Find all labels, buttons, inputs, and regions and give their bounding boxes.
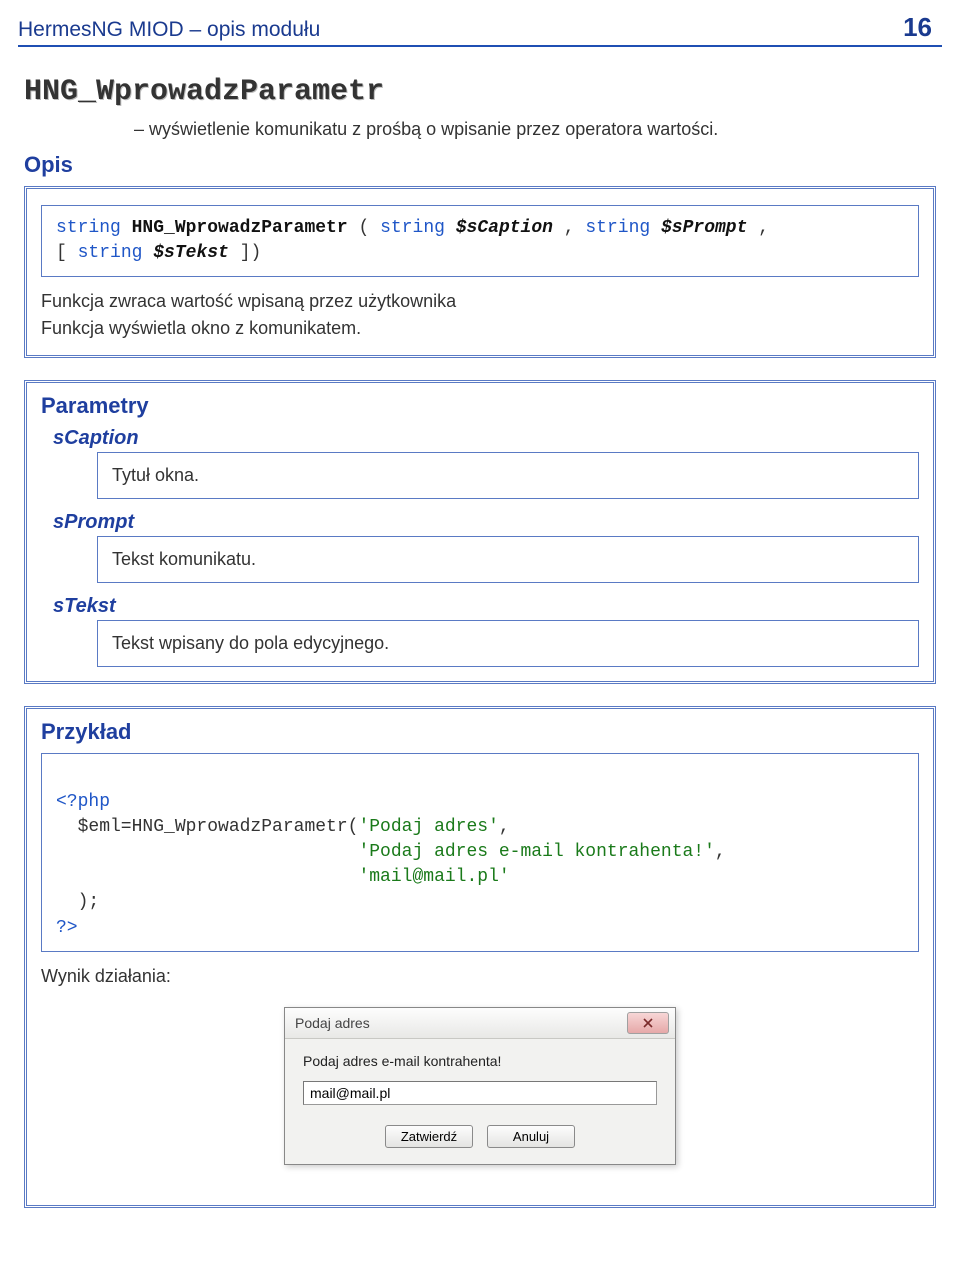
sig-func-name: HNG_WprowadzParametr [132,218,348,238]
header-rule [18,45,942,47]
sig-type3: string [78,243,154,263]
function-subtitle: – wyświetlenie komunikatu z prośbą o wpi… [134,119,936,140]
sig-type1: string [380,218,456,238]
code-l6: ?> [56,918,78,938]
close-button[interactable] [627,1012,669,1034]
code-l4pad [56,867,358,887]
ok-button[interactable]: Zatwierdź [385,1125,473,1148]
param-sTekst-name: sTekst [53,595,919,618]
code-l3pad [56,842,358,862]
code-l5: ); [56,892,99,912]
przyklad-box: Przykład <?php $eml=HNG_WprowadzParametr… [24,706,936,1207]
dialog-prompt: Podaj adres e-mail kontrahenta! [303,1053,657,1069]
sig-return-type: string [56,218,121,238]
dialog-input[interactable] [303,1081,657,1105]
opis-label: Opis [24,152,936,178]
header-page-number: 16 [903,12,932,43]
param-sPrompt-name: sPrompt [53,511,919,534]
signature-code: string HNG_WprowadzParametr ( string $sC… [41,205,919,277]
dialog-titlebar: Podaj adres [285,1008,675,1039]
code-l2b: 'Podaj adres' [358,817,498,837]
param-sCaption-desc: Tytuł okna. [97,452,919,499]
code-l3b: , [715,842,726,862]
sig-param2: $sPrompt [661,218,747,238]
code-l2c: , [499,817,510,837]
parametry-label: Parametry [41,393,919,419]
example-code: <?php $eml=HNG_WprowadzParametr('Podaj a… [41,753,919,951]
code-l2a: $eml=HNG_WprowadzParametr( [56,817,358,837]
param-sPrompt-desc: Tekst komunikatu. [97,536,919,583]
sig-param3: $sTekst [153,243,229,263]
sig-param1: $sCaption [456,218,553,238]
code-l4a: 'mail@mail.pl' [358,867,509,887]
opis-desc1: Funkcja zwraca wartość wpisaną przez uży… [41,291,919,312]
przyklad-label: Przykład [41,719,919,745]
param-sCaption-name: sCaption [53,427,919,450]
cancel-button[interactable]: Anuluj [487,1125,575,1148]
dialog-window: Podaj adres Podaj adres e-mail kontrahen… [284,1007,676,1165]
opis-desc2: Funkcja wyświetla okno z komunikatem. [41,318,919,339]
sig-open: ( [358,218,369,238]
sig-type2: string [585,218,661,238]
sig-bracket-close: ]) [240,243,262,263]
code-l3a: 'Podaj adres e-mail kontrahenta!' [358,842,714,862]
sig-comma2: , [758,218,769,238]
result-label: Wynik działania: [41,966,919,987]
dialog-title: Podaj adres [295,1015,370,1031]
dialog-button-row: Zatwierdź Anuluj [303,1125,657,1148]
opis-box: string HNG_WprowadzParametr ( string $sC… [24,186,936,358]
parametry-box: Parametry sCaption Tytuł okna. sPrompt T… [24,380,936,684]
sig-comma1: , [564,218,586,238]
sig-bracket-open: [ [56,243,67,263]
dialog-body: Podaj adres e-mail kontrahenta! Zatwierd… [285,1039,675,1164]
close-icon [643,1018,653,1028]
header-title: HermesNG MIOD – opis modułu [18,18,320,42]
dialog-screenshot: Podaj adres Podaj adres e-mail kontrahen… [41,1007,919,1165]
param-sTekst-desc: Tekst wpisany do pola edycyjnego. [97,620,919,667]
code-l1: <?php [56,792,110,812]
page-header: HermesNG MIOD – opis modułu 16 [0,0,960,45]
function-name: HNG_WprowadzParametr [24,75,936,109]
